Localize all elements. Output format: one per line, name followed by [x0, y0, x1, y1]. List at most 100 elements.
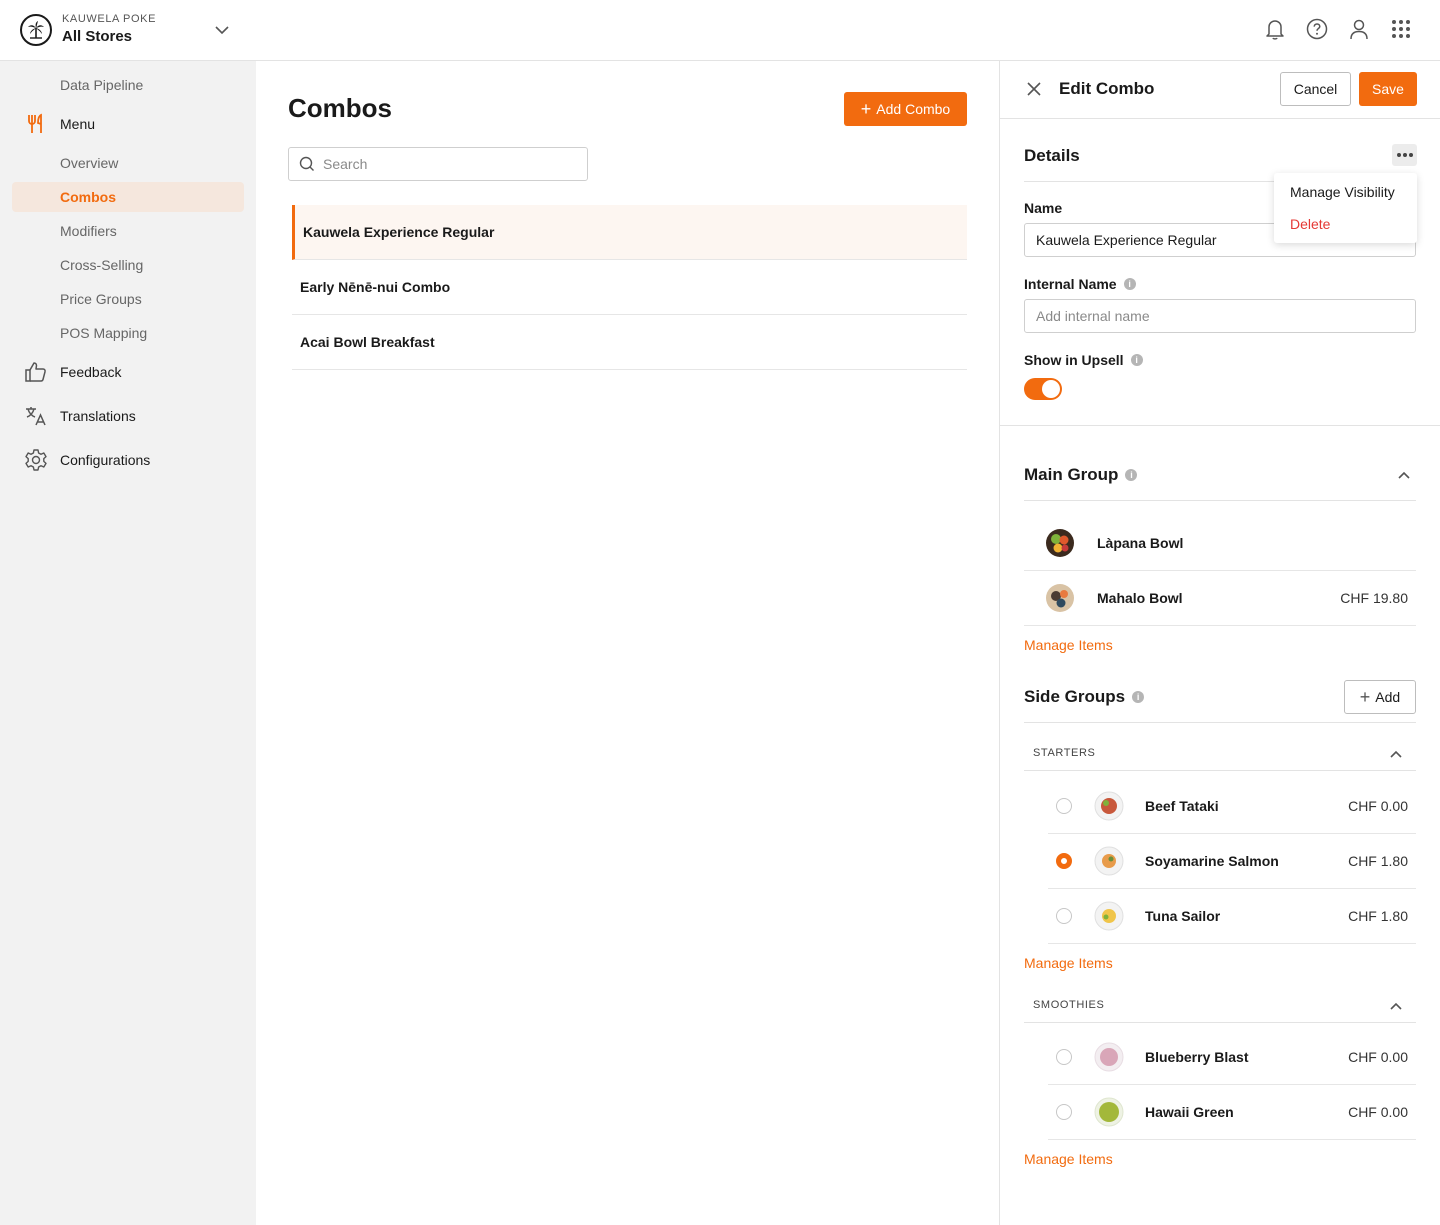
toggle-knob	[1042, 380, 1060, 398]
item-price: CHF 0.00	[1348, 798, 1408, 814]
item-price: CHF 1.80	[1348, 908, 1408, 924]
close-icon[interactable]	[1024, 79, 1044, 99]
internal-name-label-text: Internal Name	[1024, 276, 1117, 292]
item-name: Tuna Sailor	[1145, 908, 1221, 924]
item-name: Soyamarine Salmon	[1145, 853, 1279, 869]
list-item[interactable]: Blueberry Blast CHF 0.00	[1048, 1030, 1416, 1085]
sidebar-item-data-pipeline[interactable]: Data Pipeline	[60, 77, 143, 93]
save-button[interactable]: Save	[1359, 72, 1417, 106]
sidebar-item-modifiers[interactable]: Modifiers	[60, 223, 117, 239]
chevron-up-icon[interactable]	[1388, 746, 1404, 762]
show-in-upsell-label-text: Show in Upsell	[1024, 352, 1124, 368]
plus-icon: +	[860, 99, 872, 119]
more-options-icon[interactable]	[1392, 144, 1417, 166]
info-icon[interactable]: i	[1132, 691, 1145, 703]
chevron-down-icon[interactable]	[213, 21, 231, 39]
divider	[1024, 500, 1416, 501]
add-side-group-button[interactable]: + Add	[1344, 680, 1416, 714]
item-radio-selected[interactable]	[1056, 853, 1072, 869]
info-icon[interactable]: i	[1123, 278, 1136, 290]
dish-thumbnail-icon	[1094, 846, 1124, 876]
bowl-thumbnail-icon	[1046, 584, 1074, 612]
sidebar-item-configurations[interactable]: Configurations	[24, 448, 150, 472]
list-item[interactable]: Beef Tataki CHF 0.00	[1048, 779, 1416, 834]
panel-header: Edit Combo Cancel Save	[1000, 61, 1440, 119]
item-price: CHF 0.00	[1348, 1049, 1408, 1065]
brand-switcher[interactable]: KAUWELA POKE All Stores	[62, 13, 156, 45]
page-title: Combos	[288, 93, 392, 123]
combo-row[interactable]: Kauwela Experience Regular	[292, 205, 967, 260]
dish-thumbnail-icon	[1094, 791, 1124, 821]
internal-name-label: Internal Name i	[1024, 276, 1136, 292]
bowl-thumbnail-icon	[1046, 529, 1074, 557]
sidebar-item-translations[interactable]: Translations	[24, 404, 136, 428]
list-item[interactable]: Hawaii Green CHF 0.00	[1048, 1085, 1416, 1140]
list-item[interactable]: Soyamarine Salmon CHF 1.80	[1048, 834, 1416, 889]
list-item[interactable]: Tuna Sailor CHF 1.80	[1048, 889, 1416, 944]
chevron-up-icon[interactable]	[1396, 467, 1412, 483]
sidebar-item-pos-mapping[interactable]: POS Mapping	[60, 325, 147, 341]
bell-icon[interactable]	[1264, 17, 1286, 41]
show-in-upsell-toggle[interactable]	[1024, 378, 1062, 400]
add-combo-label: Add Combo	[876, 101, 951, 117]
search-box	[288, 147, 588, 181]
top-bar: KAUWELA POKE All Stores	[0, 0, 1440, 61]
item-name: Blueberry Blast	[1145, 1049, 1249, 1065]
internal-name-field[interactable]	[1024, 299, 1416, 333]
item-name: Mahalo Bowl	[1097, 590, 1183, 606]
smoothies-group-title: SMOOTHIES	[1033, 999, 1105, 1011]
thumbs-up-icon	[24, 360, 48, 384]
sidebar-item-cross-selling[interactable]: Cross-Selling	[60, 257, 143, 273]
list-item[interactable]: Làpana Bowl	[1024, 516, 1416, 571]
gear-icon	[24, 448, 48, 472]
plus-icon: +	[1359, 687, 1371, 707]
combo-list: Kauwela Experience Regular Early Nēnē-nu…	[292, 205, 967, 370]
item-radio[interactable]	[1056, 908, 1072, 924]
smoothie-thumbnail-icon	[1094, 1042, 1124, 1072]
sidebar-item-menu[interactable]: Menu	[24, 112, 95, 136]
combo-row[interactable]: Acai Bowl Breakfast	[292, 315, 967, 370]
info-icon[interactable]: i	[1130, 354, 1143, 366]
sidebar-item-label: Menu	[60, 116, 96, 132]
panel-title: Edit Combo	[1059, 79, 1155, 98]
item-radio[interactable]	[1056, 1049, 1072, 1065]
active-item-highlight	[12, 182, 244, 212]
item-radio[interactable]	[1056, 798, 1072, 814]
sidebar-item-combos[interactable]: Combos	[60, 189, 116, 205]
edit-combo-panel: Edit Combo Cancel Save Details Name Inte…	[999, 61, 1440, 1225]
fork-knife-icon	[24, 112, 48, 136]
delete-menu-item[interactable]: Delete	[1290, 216, 1330, 232]
starters-group-title: STARTERS	[1033, 747, 1096, 759]
manage-items-link[interactable]: Manage Items	[1024, 637, 1113, 653]
help-icon[interactable]	[1306, 17, 1328, 41]
item-price: CHF 1.80	[1348, 853, 1408, 869]
sidebar-item-price-groups[interactable]: Price Groups	[60, 291, 142, 307]
palm-tree-logo-icon[interactable]	[20, 14, 52, 46]
item-name: Làpana Bowl	[1097, 535, 1184, 551]
info-icon[interactable]: i	[1125, 469, 1138, 481]
chevron-up-icon[interactable]	[1388, 998, 1404, 1014]
main-group-title: Main Group i	[1024, 465, 1138, 485]
manage-visibility-menu-item[interactable]: Manage Visibility	[1290, 184, 1395, 200]
dish-thumbnail-icon	[1094, 901, 1124, 931]
item-radio[interactable]	[1056, 1104, 1072, 1120]
details-section-title: Details	[1024, 146, 1080, 165]
sidebar: Data Pipeline Menu Overview Combos Modif…	[0, 61, 256, 1225]
item-name: Beef Tataki	[1145, 798, 1219, 814]
details-options-menu: Manage Visibility Delete	[1274, 173, 1417, 243]
combo-row[interactable]: Early Nēnē-nui Combo	[292, 260, 967, 315]
user-icon[interactable]	[1348, 17, 1370, 41]
sidebar-item-feedback[interactable]: Feedback	[24, 360, 121, 384]
add-combo-button[interactable]: + Add Combo	[844, 92, 967, 126]
list-item[interactable]: Mahalo Bowl CHF 19.80	[1024, 571, 1416, 626]
manage-items-link[interactable]: Manage Items	[1024, 955, 1113, 971]
apps-grid-icon[interactable]	[1390, 17, 1412, 41]
divider	[1024, 770, 1416, 771]
sidebar-item-overview[interactable]: Overview	[60, 155, 118, 171]
search-input[interactable]	[323, 156, 573, 172]
manage-items-link[interactable]: Manage Items	[1024, 1151, 1113, 1167]
sidebar-item-label: Translations	[60, 408, 136, 424]
cancel-button[interactable]: Cancel	[1280, 72, 1351, 106]
search-icon	[299, 156, 314, 171]
item-price: CHF 0.00	[1348, 1104, 1408, 1120]
